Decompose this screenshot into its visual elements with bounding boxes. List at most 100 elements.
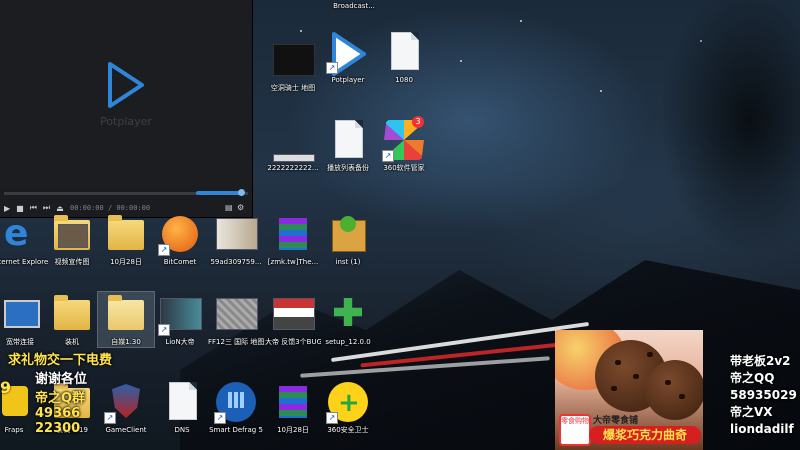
icon-label: 宽带连接 <box>6 338 34 346</box>
shortcut-arrow-icon: ↗ <box>326 412 338 424</box>
volume-slider[interactable] <box>196 191 244 195</box>
desktop-icon-59ad[interactable]: 59ad309759... <box>208 212 264 267</box>
desktop-icon-zmk[interactable]: [zmk.tw]The... <box>265 212 321 267</box>
desktop-icon-bitcomet[interactable]: ↗ BitComet <box>152 212 208 267</box>
folder-icon <box>54 295 90 330</box>
desktop-icon-video-promo[interactable]: 视频宣传图 <box>44 212 100 267</box>
icon-label: 空洞骑士 地图 <box>270 84 316 92</box>
desktop-icon-broadband[interactable]: 宽带连接 <box>0 292 48 347</box>
desktop-icon-potplayer[interactable]: ↗ Potplayer <box>320 30 376 85</box>
desktop-icon-360soft[interactable]: 3 ↗ 360软件管家 <box>376 116 432 173</box>
desktop-icon-ff12[interactable]: FF12三 国际 地图 (1) <box>208 292 264 347</box>
player-watermark: Potplayer <box>100 115 152 128</box>
desktop-icon-dns[interactable]: DNS <box>154 380 210 435</box>
contact-line: liondadilf <box>730 422 794 436</box>
icon-label: 360软件管家 <box>383 164 425 172</box>
shortcut-arrow-icon: ↗ <box>382 150 394 162</box>
icon-label: 360安全卫士 <box>327 426 369 434</box>
cookie-image <box>645 360 703 420</box>
shortcut-arrow-icon: ↗ <box>104 412 116 424</box>
settings-icon[interactable]: ⚙ <box>237 203 245 212</box>
desktop-icon-bug-report[interactable]: 大帝 反馈3个BUG问题 <box>265 292 321 347</box>
shortcut-arrow-icon: ↗ <box>214 412 226 424</box>
map-thumbnail <box>273 44 315 76</box>
gift-line-2: 谢谢各位 <box>35 372 88 387</box>
shop-mini-label: 零食购物 <box>561 417 589 425</box>
text-file-icon <box>391 32 419 70</box>
icon-label: 2222222222... <box>267 164 319 172</box>
desktop-icon-ie[interactable]: e Internet Explorer <box>0 212 48 267</box>
desktop-icon-zimei[interactable]: 自媒1.30 <box>97 291 155 348</box>
shop-name: 大帝零食铺 <box>593 416 639 426</box>
shortcut-arrow-icon: ↗ <box>158 324 170 336</box>
desktop-icon-lion[interactable]: ↗ LioN大帝 <box>152 292 208 347</box>
desktop-icon-360safe[interactable]: + ↗ 360安全卫士 <box>320 380 376 435</box>
gift-line-1: 求礼物交一下电费 <box>8 353 113 368</box>
image-thumbnail <box>273 154 315 162</box>
icon-label: [zmk.tw]The... <box>267 258 319 266</box>
icon-label: 视频宣传图 <box>54 258 90 266</box>
shortcut-arrow-icon: ↗ <box>326 62 338 74</box>
photo-thumbnail <box>216 218 258 250</box>
text-file-icon <box>169 382 197 420</box>
icon-label: inst (1) <box>335 258 361 266</box>
icon-label: Smart Defrag 5 <box>209 426 263 434</box>
desktop-icon-map[interactable]: 空洞骑士 地图 <box>265 38 321 93</box>
text-file-icon <box>335 120 363 158</box>
gift-num-2: 22300 <box>35 421 81 436</box>
icon-label: 10月28日 <box>277 426 309 434</box>
desktop-icon-2222[interactable]: 2222222222... <box>265 118 321 173</box>
icon-label: FF12三 国际 地图 (1) <box>208 338 264 346</box>
winrar-icon <box>279 218 307 250</box>
defrag-blocks <box>228 392 244 408</box>
shop-logo: 零食购物 <box>559 414 591 446</box>
desktop-icon-zhuangji[interactable]: 装机 <box>44 292 100 347</box>
desktop-icon-playlist-backup[interactable]: 播放列表备份 <box>320 118 376 173</box>
thanks-text: 谢谢各位 帝之Q群 49366 22300 <box>35 368 87 436</box>
map-thumbnail <box>216 298 258 330</box>
icon-label: 自媒1.30 <box>111 338 141 346</box>
icon-label: setup_12.0.0 <box>325 338 371 346</box>
potplayer-window[interactable]: Potplayer ▶ ■ ⏮ ⏭ ⏏ 00:00:00 / 00:00:00 … <box>0 0 253 218</box>
icon-label: 大帝 反馈3个BUG问题 <box>265 338 321 346</box>
contact-info: 带老板2v2 帝之QQ 58935029 帝之VX liondadilf <box>730 353 800 438</box>
snack-ad-banner[interactable]: 零食购物 大帝零食铺 爆浆巧克力曲奇 <box>555 330 703 450</box>
contact-line: 带老板2v2 <box>730 354 791 368</box>
icon-label: LioN大帝 <box>165 338 195 346</box>
play-logo-icon <box>108 62 144 108</box>
playlist-icon[interactable]: ▤ <box>225 203 233 212</box>
network-monitor-icon <box>4 300 40 328</box>
icon-label: Internet Explorer <box>0 258 48 266</box>
icon-label: 59ad309759... <box>210 258 262 266</box>
shortcut-arrow-icon: ↗ <box>158 244 170 256</box>
icon-label: 装机 <box>65 338 79 346</box>
desktop-icon-inst[interactable]: inst (1) <box>320 212 376 267</box>
desktop-icon-oct28a[interactable]: 10月28日 <box>98 212 154 267</box>
donation-text: 求礼物交一下电费 <box>8 353 112 368</box>
icon-label: BitComet <box>163 258 197 266</box>
winrar-icon <box>279 386 307 418</box>
time-current: 00:00:00 <box>70 204 104 212</box>
contact-line: 帝之QQ <box>730 371 775 385</box>
desktop-icon-setup[interactable]: setup_12.0.0 <box>320 292 376 347</box>
desktop-icon-1080[interactable]: 1080 <box>376 30 432 85</box>
desktop-icon-broadcast[interactable]: Broadcast... <box>326 0 382 11</box>
folder-icon <box>108 295 144 330</box>
screenshot-thumbnail <box>273 298 315 330</box>
gift-line-3: 帝之Q群 <box>35 391 86 406</box>
icon-label: Broadcast... <box>333 2 375 10</box>
icon-label: 10月28日 <box>110 258 142 266</box>
plus-glyph: + <box>338 388 360 418</box>
folder-preview <box>58 224 88 248</box>
icon-label: 1080 <box>395 76 413 84</box>
desktop-icon-gameclient[interactable]: ↗ GameClient <box>98 380 154 435</box>
desktop-icon-oct28b[interactable]: 10月28日 <box>265 380 321 435</box>
time-separator: / <box>107 204 113 212</box>
desktop-icon-smart-defrag[interactable]: ↗ Smart Defrag 5 <box>208 380 264 435</box>
contact-line: 帝之VX <box>730 405 773 419</box>
shield-game-icon <box>112 384 140 418</box>
green-badge-icon <box>340 216 356 232</box>
icon-label: 播放列表备份 <box>327 164 369 172</box>
volume-knob[interactable] <box>238 189 245 196</box>
notification-badge: 3 <box>412 116 424 128</box>
